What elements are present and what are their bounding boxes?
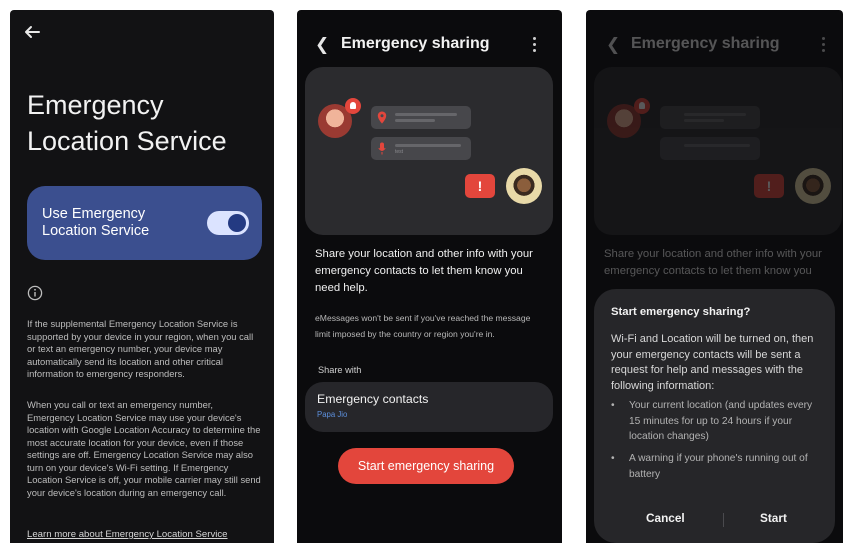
voice-message-bubble: test <box>371 137 471 160</box>
toggle-label: Use Emergency Location Service <box>42 206 150 239</box>
bg-illustration: ! <box>594 67 842 235</box>
more-options-icon <box>822 37 826 55</box>
voice-message-label: test <box>395 149 404 155</box>
dialog-body: Wi-Fi and Location will be turned on, th… <box>611 333 814 392</box>
bullet-text: Your current location (and updates every… <box>629 400 813 442</box>
share-with-label: Share with <box>318 365 362 375</box>
back-arrow-icon[interactable] <box>23 23 41 41</box>
start-emergency-sharing-button[interactable]: Start emergency sharing <box>338 448 514 484</box>
back-chevron-icon: ❮ <box>606 35 621 54</box>
location-pin-icon <box>377 111 387 124</box>
dialog-title: Start emergency sharing? <box>611 306 751 318</box>
emergency-contacts-item[interactable]: Emergency contacts Papa Jio <box>305 382 553 432</box>
use-emergency-location-toggle-card[interactable]: Use Emergency Location Service <box>27 186 262 260</box>
man-avatar-icon <box>506 168 542 204</box>
screen-emergency-sharing: ❮ Emergency sharing test ! Share your lo… <box>297 10 562 543</box>
contacts-name: Papa Jio <box>317 410 348 419</box>
back-chevron-icon[interactable]: ❮ <box>315 36 329 53</box>
cancel-button[interactable]: Cancel <box>646 511 685 525</box>
info-icon <box>27 285 43 301</box>
alert-icon: ! <box>754 174 784 198</box>
dialog-bullet-location: • Your current location (and updates ever… <box>611 398 823 445</box>
notification-bell-icon <box>634 98 650 114</box>
more-options-icon[interactable] <box>533 37 537 55</box>
start-sharing-dialog: Start emergency sharing? Wi-Fi and Locat… <box>594 289 835 543</box>
screen-start-sharing-dialog: ❮ Emergency sharing ! Share your locatio… <box>586 10 843 543</box>
man-avatar-icon <box>795 168 831 204</box>
voice-message-bubble <box>660 137 760 160</box>
alert-icon: ! <box>465 174 495 198</box>
start-button[interactable]: Start <box>760 511 787 525</box>
screen-emergency-location-service: Emergency Location Service Use Emergency… <box>10 10 274 543</box>
learn-more-link[interactable]: Learn more about Emergency Location Serv… <box>27 529 228 540</box>
page-title: Emergency Location Service <box>27 90 227 156</box>
emergency-location-switch[interactable] <box>207 211 249 235</box>
bullet-text: A warning if your phone's running out of… <box>629 453 808 480</box>
message-limit-note: eMessages won't be sent if you've reache… <box>315 313 531 339</box>
bg-page-title: Emergency sharing <box>631 35 780 52</box>
info-paragraph-1: If the supplemental Emergency Location S… <box>27 318 254 379</box>
microphone-icon <box>378 142 386 155</box>
info-paragraph-2: When you call or text an emergency numbe… <box>27 399 261 498</box>
switch-knob <box>228 214 246 232</box>
contacts-title: Emergency contacts <box>317 392 429 406</box>
page-title: Emergency sharing <box>341 35 490 52</box>
emergency-sharing-illustration: test ! <box>305 67 553 235</box>
dialog-bullet-battery: • A warning if your phone's running out o… <box>611 451 823 482</box>
location-message-bubble <box>660 106 760 129</box>
sharing-description: Share your location and other info with … <box>315 248 533 294</box>
button-divider <box>723 513 724 527</box>
bg-description: Share your location and other info with … <box>604 248 822 277</box>
notification-bell-icon <box>345 98 361 114</box>
location-message-bubble <box>371 106 471 129</box>
